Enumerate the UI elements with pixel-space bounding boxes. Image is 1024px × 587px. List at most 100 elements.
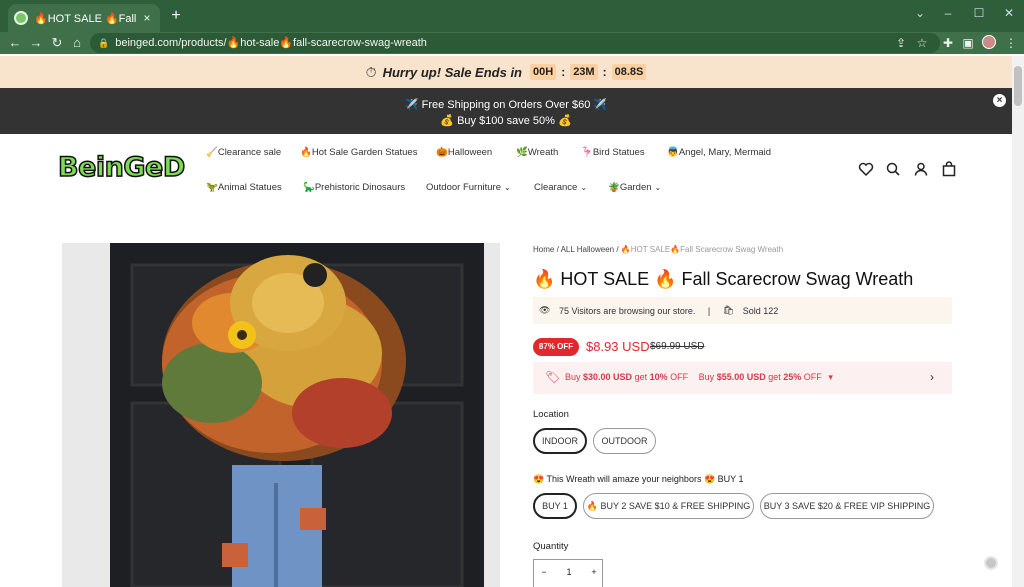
bundle-option-buy-3[interactable]: BUY 3 SAVE $20 & FREE VIP SHIPPING	[760, 493, 934, 519]
nav-bird-statues[interactable]: 🦩Bird Statues	[581, 147, 645, 159]
wishlist-heart-icon[interactable]	[858, 161, 874, 177]
extensions-icon[interactable]: ✚	[940, 35, 956, 51]
site-favicon-icon	[14, 11, 28, 25]
location-option-indoor[interactable]: INDOOR	[533, 428, 587, 454]
product-image[interactable]	[62, 243, 500, 587]
offer-text: OFF	[670, 372, 689, 382]
countdown-minutes: 23M	[570, 64, 598, 80]
sold-count: Sold 122	[742, 305, 779, 316]
account-icon[interactable]	[913, 161, 929, 177]
nav-garden-label: 🪴Garden	[608, 182, 652, 193]
nav-outdoor-furniture[interactable]: Outdoor Furniture ⌄	[426, 182, 511, 194]
quantity-stepper[interactable]: − 1 +	[533, 559, 603, 587]
nav-animal-statues[interactable]: 🦖Animal Statues	[206, 182, 282, 194]
search-icon[interactable]	[885, 161, 901, 177]
quantity-label: Quantity	[533, 541, 569, 552]
quantity-input[interactable]: 1	[561, 567, 577, 577]
side-panel-icon[interactable]: ▣	[960, 35, 976, 51]
eye-icon: 👁	[539, 305, 551, 316]
countdown-hours: 00H	[530, 64, 557, 80]
nav-clearance-sale[interactable]: 🧹Clearance sale	[206, 147, 281, 159]
nav-prehistoric-dinosaurs[interactable]: 🦕Prehistoric Dinosaurs	[303, 182, 405, 194]
close-window-button[interactable]: ✕	[1001, 6, 1017, 20]
browser-toolbar: ← → ↻ ⌂ 🔒 beinged.com/products/🔥hot-sale🔥…	[0, 32, 1024, 54]
breadcrumb: Home / ALL Halloween / 🔥HOT SALE🔥Fall Sc…	[533, 245, 783, 254]
offer-text: OFF	[803, 372, 822, 382]
offer-percent: 10%	[649, 372, 668, 382]
nav-halloween[interactable]: 🎃Halloween	[436, 147, 492, 159]
new-tab-button[interactable]: +	[168, 8, 184, 24]
visitors-sold-info: 👁 75 Visitors are browsing our store. | …	[533, 297, 952, 324]
forward-icon[interactable]: →	[28, 35, 44, 51]
tab-search-icon[interactable]: ⌄	[912, 6, 928, 20]
offer-amount: $55.00 USD	[716, 372, 766, 382]
price-tag-icon: 🏷	[545, 370, 561, 384]
chevron-down-icon: ⌄	[580, 183, 588, 192]
tab-close-icon[interactable]: ×	[140, 11, 154, 25]
quantity-increase-button[interactable]: +	[586, 567, 602, 577]
address-bar[interactable]: 🔒 beinged.com/products/🔥hot-sale🔥fall-sca…	[90, 33, 940, 53]
tab-title: 🔥HOT SALE 🔥Fall Scarecrow S	[34, 12, 140, 25]
product-title: 🔥 HOT SALE 🔥 Fall Scarecrow Swag Wreath	[533, 269, 914, 289]
nav-clearance[interactable]: Clearance ⌄	[534, 182, 587, 194]
close-announcement-icon[interactable]: ×	[993, 94, 1006, 107]
nav-garden[interactable]: 🪴Garden ⌄	[608, 182, 661, 194]
url-text: beinged.com/products/🔥hot-sale🔥fall-scar…	[115, 37, 427, 49]
visitors-count: 75 Visitors are browsing our store.	[558, 305, 696, 316]
share-icon[interactable]: ⇪	[893, 35, 909, 51]
offer-amount: $30.00 USD	[583, 372, 633, 382]
minimize-button[interactable]: –	[940, 6, 956, 20]
offer-text: Buy	[565, 372, 581, 382]
browser-menu-icon[interactable]: ⋮	[1003, 35, 1019, 51]
profile-avatar[interactable]	[982, 35, 996, 49]
breadcrumb-separator: /	[556, 245, 559, 254]
breadcrumb-current: 🔥HOT SALE🔥Fall Scarecrow Swag Wreath	[620, 245, 784, 254]
shopping-bag-icon: 🛍	[722, 305, 735, 316]
discount-badge: 87% OFF	[533, 338, 579, 356]
bookmark-star-icon[interactable]: ☆	[914, 35, 930, 51]
stopwatch-icon: ⏱	[365, 63, 377, 80]
site-logo[interactable]: BeinGeD	[57, 151, 186, 184]
offer-text: get	[768, 372, 781, 382]
cart-bag-icon[interactable]	[941, 161, 957, 177]
chevron-down-icon: ⌄	[503, 183, 511, 192]
nav-wreath[interactable]: 🌿Wreath	[516, 147, 558, 159]
countdown-separator: :	[602, 65, 607, 79]
offer-percent: 25%	[783, 372, 802, 382]
location-option-outdoor[interactable]: OUTDOOR	[593, 428, 656, 454]
page-scrollbar[interactable]	[1012, 56, 1024, 587]
bundle-option-buy-2[interactable]: 🔥 BUY 2 SAVE $10 & FREE SHIPPING	[583, 493, 754, 519]
browser-titlebar: 🔥HOT SALE 🔥Fall Scarecrow S × + ⌄ – ☐ ✕	[0, 0, 1024, 32]
chevron-down-icon: ⌄	[654, 183, 662, 192]
sale-countdown-text: Hurry up! Sale Ends in	[382, 64, 522, 80]
announcement-bar: ✈️ Free Shipping on Orders Over $60 ✈️ 💰…	[0, 88, 1012, 134]
offer-text: Buy	[698, 372, 715, 382]
free-shipping-text: ✈️ Free Shipping on Orders Over $60 ✈️	[404, 99, 608, 111]
countdown-separator: :	[561, 65, 566, 79]
nav-clearance-label: Clearance	[534, 182, 578, 193]
countdown-seconds: 08.8S	[611, 64, 647, 80]
breadcrumb-collection[interactable]: ALL Halloween	[561, 245, 615, 254]
nav-angel-mary-mermaid[interactable]: 👼Angel, Mary, Mermaid	[667, 147, 771, 159]
caret-down-icon[interactable]: ▾	[828, 372, 833, 382]
home-icon[interactable]: ⌂	[69, 35, 85, 51]
chat-widget-icon[interactable]	[984, 556, 998, 570]
nav-outdoor-furniture-label: Outdoor Furniture	[426, 182, 501, 193]
back-icon[interactable]: ←	[7, 35, 23, 51]
offer-text: get	[634, 372, 648, 382]
compare-at-price: $69.99 USD	[650, 341, 705, 352]
location-label: Location	[533, 409, 569, 420]
bulk-discount-text: 💰 Buy $100 save 50% 💰	[440, 115, 572, 127]
nav-hot-sale-garden-statues[interactable]: 🔥Hot Sale Garden Statues	[300, 147, 417, 159]
browser-tab[interactable]: 🔥HOT SALE 🔥Fall Scarecrow S ×	[8, 4, 160, 32]
bundle-option-buy-1[interactable]: BUY 1	[533, 493, 577, 519]
breadcrumb-separator: /	[616, 245, 619, 254]
lock-icon: 🔒	[98, 38, 110, 48]
quantity-decrease-button[interactable]: −	[536, 567, 552, 577]
breadcrumb-home[interactable]: Home	[533, 245, 554, 254]
chevron-right-icon[interactable]: ›	[930, 370, 934, 384]
volume-discount-offers[interactable]: 🏷 Buy $30.00 USD get 10% OFF Buy $55.00 …	[533, 362, 952, 394]
reload-icon[interactable]: ↻	[49, 35, 65, 51]
maximize-button[interactable]: ☐	[971, 6, 987, 20]
scrollbar-thumb[interactable]	[1014, 66, 1022, 106]
